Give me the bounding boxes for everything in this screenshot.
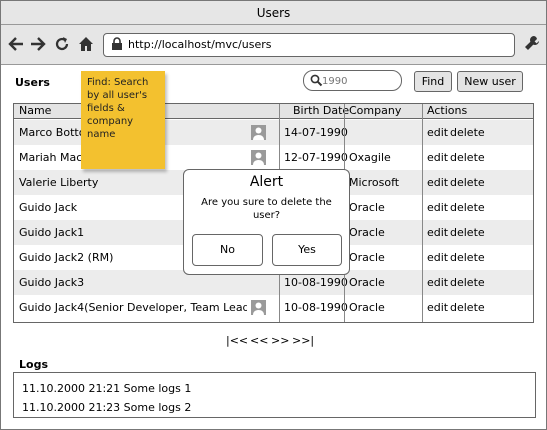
window-title: Users: [1, 1, 546, 25]
user-avatar-icon[interactable]: [251, 300, 266, 315]
logs-panel: 11.10.2000 21:21 Some logs 1 11.10.2000 …: [13, 372, 536, 418]
log-line: 11.10.2000 21:21 Some logs 1: [22, 382, 192, 395]
cell-name: Guido Jack4(Senior Developer, Team Lead): [19, 301, 247, 314]
column-divider: [422, 104, 423, 322]
user-avatar-icon[interactable]: [251, 150, 266, 165]
edit-link[interactable]: edit: [427, 245, 448, 270]
first-page-link[interactable]: |<<: [226, 334, 248, 347]
edit-link[interactable]: edit: [427, 170, 448, 195]
cell-company: Oracle: [349, 276, 385, 289]
cell-birth-date: 14-07-1990: [284, 126, 348, 139]
column-header-name[interactable]: Name: [19, 104, 51, 119]
delete-link[interactable]: delete: [450, 145, 485, 170]
delete-link[interactable]: delete: [450, 270, 485, 295]
search-input[interactable]: [322, 73, 397, 89]
cell-company: Oracle: [349, 226, 385, 239]
lock-icon: [110, 37, 124, 51]
delete-link[interactable]: delete: [450, 195, 485, 220]
cell-birth-date: 12-07-1990: [284, 151, 348, 164]
edit-link[interactable]: edit: [427, 120, 448, 145]
find-button[interactable]: Find: [414, 71, 452, 92]
column-header-company[interactable]: Company: [349, 104, 401, 119]
reload-icon[interactable]: [53, 35, 71, 53]
delete-confirm-dialog: Alert Are you sure to delete the user? N…: [183, 169, 350, 275]
dialog-message: Are you sure to delete the user?: [201, 197, 332, 221]
next-page-link[interactable]: >>: [271, 334, 289, 347]
cell-birth-date: 10-08-1990: [284, 301, 348, 314]
browser-toolbar: http://localhost/mvc/users: [1, 25, 546, 65]
logs-heading: Logs: [19, 358, 48, 371]
delete-link[interactable]: delete: [450, 170, 485, 195]
column-header-birth-date[interactable]: Birth Date: [293, 104, 349, 119]
cell-company: Oracle: [349, 251, 385, 264]
cell-company: Oracle: [349, 301, 385, 314]
search-box[interactable]: [303, 70, 402, 91]
table-row[interactable]: Guido Jack4(Senior Developer, Team Lead)…: [14, 295, 533, 320]
edit-link[interactable]: edit: [427, 145, 448, 170]
yes-button[interactable]: Yes: [272, 234, 342, 266]
delete-link[interactable]: delete: [450, 120, 485, 145]
forward-arrow-icon[interactable]: [29, 35, 47, 53]
edit-link[interactable]: edit: [427, 270, 448, 295]
address-bar[interactable]: http://localhost/mvc/users: [103, 33, 515, 57]
user-avatar-icon[interactable]: [251, 125, 266, 140]
new-user-button[interactable]: New user: [457, 71, 523, 92]
column-header-actions: Actions: [427, 104, 468, 117]
prev-page-link[interactable]: <<: [250, 334, 268, 347]
log-line: 11.10.2000 21:23 Some logs 2: [22, 401, 192, 414]
users-heading: Users: [15, 76, 50, 89]
cell-company: Oracle: [349, 201, 385, 214]
delete-link[interactable]: delete: [450, 295, 485, 320]
edit-link[interactable]: edit: [427, 295, 448, 320]
browser-window: Users http://localhost/mvc/users Users 1…: [0, 0, 547, 430]
delete-link[interactable]: delete: [450, 245, 485, 270]
cell-company: Microsoft: [349, 176, 400, 189]
edit-link[interactable]: edit: [427, 220, 448, 245]
sticky-note: Find: Search by all user's fields & comp…: [81, 71, 165, 169]
back-arrow-icon[interactable]: [7, 35, 25, 53]
cell-company: Oxagile: [349, 151, 391, 164]
url-text: http://localhost/mvc/users: [128, 38, 272, 51]
delete-link[interactable]: delete: [450, 220, 485, 245]
last-page-link[interactable]: >>|: [292, 334, 314, 347]
edit-link[interactable]: edit: [427, 195, 448, 220]
no-button[interactable]: No: [192, 234, 263, 266]
home-icon[interactable]: [77, 35, 95, 53]
wrench-icon[interactable]: [523, 35, 541, 53]
dialog-title: Alert: [249, 174, 284, 190]
